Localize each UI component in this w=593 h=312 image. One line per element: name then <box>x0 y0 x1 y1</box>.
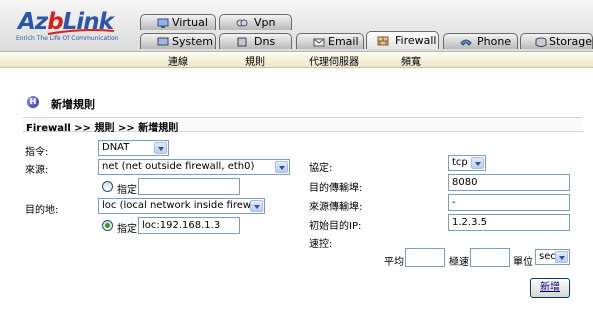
vpn-icon <box>236 19 248 27</box>
chevron-down-icon <box>154 142 167 154</box>
tab-virtual[interactable]: Virtual <box>140 14 216 30</box>
logo-tagline: Enrich The Life Of Communication <box>16 35 119 42</box>
azblink-logo: AzbLink Enrich The Life Of Communication <box>16 10 136 42</box>
destination-specify-label: 指定 <box>117 224 137 235</box>
source-port-input[interactable]: - <box>448 194 570 211</box>
virtual-icon <box>157 18 169 28</box>
source-specify-input[interactable] <box>138 178 240 195</box>
email-icon <box>313 38 325 47</box>
tab-phone[interactable]: Phone <box>443 33 518 49</box>
breadcrumb-text: Firewall >> 規則 >> 新增規則 <box>26 123 179 134</box>
average-label: 平均 <box>384 257 404 268</box>
submenu-connections[interactable]: 連線 <box>168 53 188 68</box>
unit-label: 單位 <box>513 257 533 268</box>
protocol-label: 協定: <box>309 163 333 174</box>
destination-label: 目的地: <box>25 205 59 216</box>
breadcrumb: Firewall >> 規則 >> 新增規則 <box>23 117 583 134</box>
add-rule-button-label: 新增 <box>540 282 560 293</box>
source-select-value: net (net outside firewall, eth0) <box>102 161 255 172</box>
help-icon: H <box>27 96 39 108</box>
destination-specify-radio[interactable] <box>102 220 113 231</box>
dns-icon <box>237 37 247 47</box>
protocol-select[interactable]: tcp <box>448 155 486 171</box>
tab-firewall[interactable]: Firewall <box>366 31 439 49</box>
firewall-icon <box>377 36 389 46</box>
page-title: 新增規則 <box>51 98 95 111</box>
unit-select-value: sec <box>539 251 556 262</box>
source-label: 來源: <box>25 165 49 176</box>
action-select-value: DNAT <box>102 142 130 153</box>
submenu-proxy[interactable]: 代理伺服器 <box>309 53 359 68</box>
orig-dest-ip-input[interactable]: 1.2.3.5 <box>448 214 570 231</box>
submenu-bandwidth[interactable]: 頻寬 <box>401 53 421 68</box>
phone-icon <box>460 39 472 46</box>
system-icon <box>157 37 169 46</box>
protocol-select-value: tcp <box>452 157 468 168</box>
submenu-rules[interactable]: 規則 <box>245 53 265 68</box>
chevron-down-icon <box>555 251 568 263</box>
chevron-down-icon <box>250 200 263 212</box>
dest-port-label: 目的傳輸埠: <box>309 183 363 194</box>
destination-select-value: loc (local network inside firewall) <box>102 200 265 211</box>
firewall-submenu: 連線 規則 代理伺服器 頻寬 <box>0 52 593 68</box>
destination-select[interactable]: loc (local network inside firewall) <box>98 198 265 214</box>
source-port-label: 來源傳輸埠: <box>309 202 363 213</box>
chevron-down-icon <box>471 157 484 169</box>
rate-limit-label: 速控: <box>309 239 333 250</box>
tab-email[interactable]: Email <box>296 33 364 49</box>
average-input[interactable] <box>405 248 445 267</box>
tab-vpn[interactable]: Vpn <box>219 14 292 30</box>
destination-specify-input[interactable]: loc:192.168.1.3 <box>138 217 240 234</box>
tab-system[interactable]: System <box>140 33 216 49</box>
burst-label: 極速 <box>449 257 469 268</box>
tab-dns[interactable]: Dns <box>219 33 292 49</box>
chevron-down-icon <box>275 161 288 173</box>
source-select[interactable]: net (net outside firewall, eth0) <box>98 159 290 175</box>
tab-storage[interactable]: Storage <box>520 33 593 49</box>
source-specify-radio[interactable] <box>102 181 113 192</box>
dest-port-input[interactable]: 8080 <box>448 174 570 191</box>
storage-icon <box>535 37 547 47</box>
action-select[interactable]: DNAT <box>98 140 169 156</box>
orig-dest-ip-label: 初始目的IP: <box>309 221 362 232</box>
add-rule-button[interactable]: 新增 <box>530 278 570 298</box>
unit-select[interactable]: sec <box>535 249 570 265</box>
header-bar: AzbLink Enrich The Life Of Communication… <box>0 0 593 52</box>
burst-input[interactable] <box>470 248 510 267</box>
action-label: 指令: <box>25 147 49 158</box>
source-specify-label: 指定 <box>117 185 137 196</box>
